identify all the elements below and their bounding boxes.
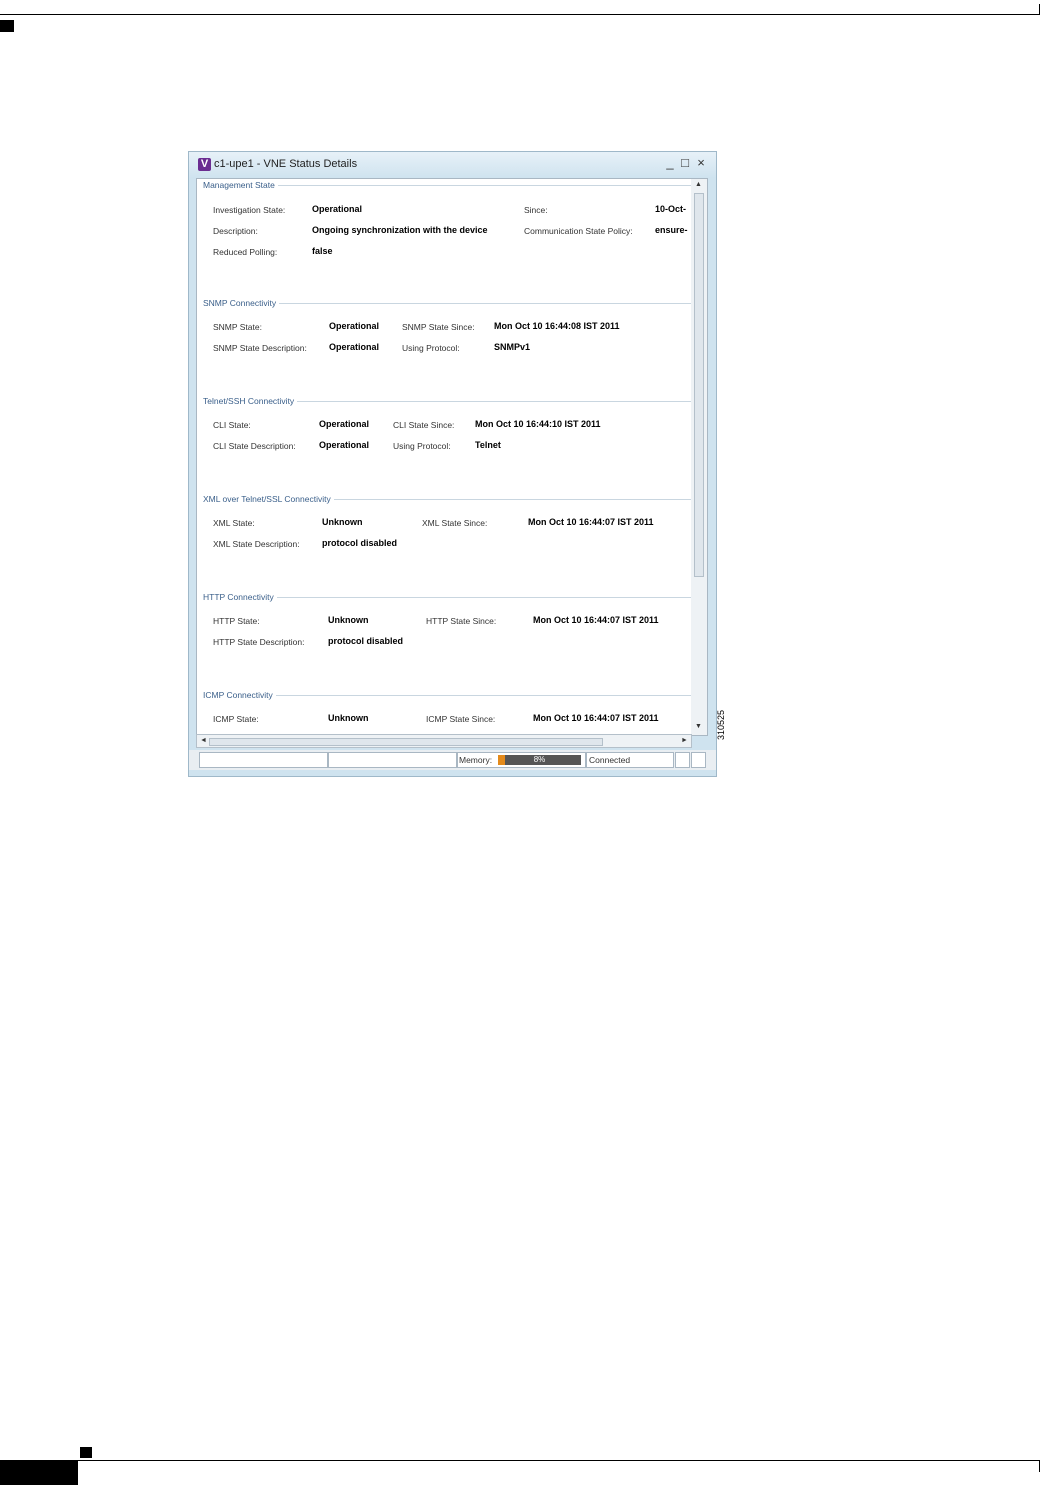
snmp-description-value: Operational <box>329 342 380 352</box>
figure-id: 310525 <box>716 709 726 740</box>
cli-description-value: Operational <box>319 440 370 450</box>
memory-usage-bar: 8% <box>498 755 581 765</box>
http-state-since-value: Mon Oct 10 16:44:07 IST 2011 <box>533 615 659 625</box>
status-cell-5 <box>675 752 690 768</box>
reduced-polling-label: Reduced Polling: <box>213 247 278 257</box>
horizontal-scrollbar[interactable]: ◄ ► <box>196 734 692 748</box>
xml-description-value: protocol disabled <box>322 538 398 548</box>
icmp-state-since-label: ICMP State Since: <box>426 714 496 724</box>
scroll-down-arrow-icon[interactable]: ▼ <box>695 723 702 730</box>
minimize-button[interactable]: _ <box>663 156 677 170</box>
reduced-polling-value: false <box>312 246 333 256</box>
section-title: SNMP Connectivity <box>203 298 280 308</box>
cli-protocol-label: Using Protocol: <box>393 441 451 451</box>
xml-state-since-label: XML State Since: <box>422 518 488 528</box>
app-logo-icon: V <box>198 158 211 171</box>
window-title: c1-upe1 - VNE Status Details <box>214 158 358 170</box>
http-description-label: HTTP State Description: <box>213 637 305 647</box>
snmp-description-label: SNMP State Description: <box>213 343 307 353</box>
xml-connectivity-section: XML over Telnet/SSL Connectivity XML Sta… <box>203 493 691 590</box>
close-button[interactable]: × <box>694 156 708 170</box>
xml-state-since-value: Mon Oct 10 16:44:07 IST 2011 <box>528 517 654 527</box>
horizontal-scroll-thumb[interactable] <box>209 738 603 746</box>
since-value: 10-Oct- <box>655 204 687 214</box>
snmp-state-since-label: SNMP State Since: <box>402 322 475 332</box>
snmp-protocol-value: SNMPv1 <box>494 342 531 352</box>
vertical-scroll-thumb[interactable] <box>694 193 704 577</box>
scroll-right-arrow-icon[interactable]: ► <box>681 737 688 744</box>
telnet-ssh-connectivity-section: Telnet/SSH Connectivity CLI State: Opera… <box>203 395 691 492</box>
xml-description-label: XML State Description: <box>213 539 300 549</box>
maximize-button[interactable]: □ <box>678 156 692 170</box>
scroll-up-arrow-icon[interactable]: ▲ <box>695 181 702 188</box>
header-marker <box>0 20 14 32</box>
http-state-since-label: HTTP State Since: <box>426 616 497 626</box>
investigation-state-label: Investigation State: <box>213 205 286 215</box>
footer-rule <box>0 1460 1040 1461</box>
description-label: Description: <box>213 226 258 236</box>
details-panel: Management State Investigation State: Op… <box>196 178 708 736</box>
memory-usage-value: 8% <box>533 755 546 764</box>
http-connectivity-section: HTTP Connectivity HTTP State: Unknown HT… <box>203 591 691 688</box>
section-title: HTTP Connectivity <box>203 592 277 602</box>
investigation-state-value: Operational <box>312 204 363 214</box>
status-cell-2 <box>328 752 457 768</box>
icmp-state-since-value: Mon Oct 10 16:44:07 IST 2011 <box>533 713 659 723</box>
xml-state-label: XML State: <box>213 518 255 528</box>
http-state-label: HTTP State: <box>213 616 260 626</box>
footer-marker <box>80 1447 92 1458</box>
vne-status-window: V c1-upe1 - VNE Status Details _ □ × Man… <box>188 151 717 777</box>
icmp-connectivity-section: ICMP Connectivity ICMP State: Unknown IC… <box>203 689 691 735</box>
header-rule-tick <box>1039 4 1040 15</box>
http-state-value: Unknown <box>328 615 369 625</box>
section-title: XML over Telnet/SSL Connectivity <box>203 494 334 504</box>
communication-policy-value: ensure- <box>655 225 688 235</box>
status-cell-6 <box>691 752 706 768</box>
scroll-left-arrow-icon[interactable]: ◄ <box>200 737 207 744</box>
memory-label: Memory: <box>459 755 493 765</box>
cli-state-label: CLI State: <box>213 420 251 430</box>
footer-bar <box>0 1460 78 1485</box>
cli-state-since-label: CLI State Since: <box>393 420 455 430</box>
since-label: Since: <box>524 205 548 215</box>
cli-state-since-value: Mon Oct 10 16:44:10 IST 2011 <box>475 419 601 429</box>
vertical-scrollbar[interactable]: ▲ ▼ <box>691 179 707 735</box>
snmp-state-value: Operational <box>329 321 380 331</box>
description-value: Ongoing synchronization with the device <box>312 225 488 235</box>
http-description-value: protocol disabled <box>328 636 404 646</box>
status-cell-1 <box>199 752 328 768</box>
section-title: Telnet/SSH Connectivity <box>203 396 298 406</box>
cli-protocol-value: Telnet <box>475 440 501 450</box>
management-state-section: Management State Investigation State: Op… <box>203 179 691 296</box>
title-bar[interactable]: V c1-upe1 - VNE Status Details _ □ × <box>189 152 716 178</box>
communication-policy-label: Communication State Policy: <box>524 226 633 236</box>
section-title: Management State <box>203 180 278 190</box>
xml-state-value: Unknown <box>322 517 363 527</box>
header-rule <box>0 14 1040 15</box>
snmp-state-label: SNMP State: <box>213 322 262 332</box>
section-title: ICMP Connectivity <box>203 690 276 700</box>
icmp-state-label: ICMP State: <box>213 714 259 724</box>
footer-rule-tick <box>1039 1460 1040 1472</box>
snmp-state-since-value: Mon Oct 10 16:44:08 IST 2011 <box>494 321 620 331</box>
snmp-connectivity-section: SNMP Connectivity SNMP State: Operationa… <box>203 297 691 394</box>
icmp-state-value: Unknown <box>328 713 369 723</box>
snmp-protocol-label: Using Protocol: <box>402 343 460 353</box>
connection-status: Connected <box>589 755 631 765</box>
cli-description-label: CLI State Description: <box>213 441 296 451</box>
section-divider <box>203 695 691 696</box>
status-bar: Memory: 8% Connected <box>189 750 716 770</box>
cli-state-value: Operational <box>319 419 370 429</box>
